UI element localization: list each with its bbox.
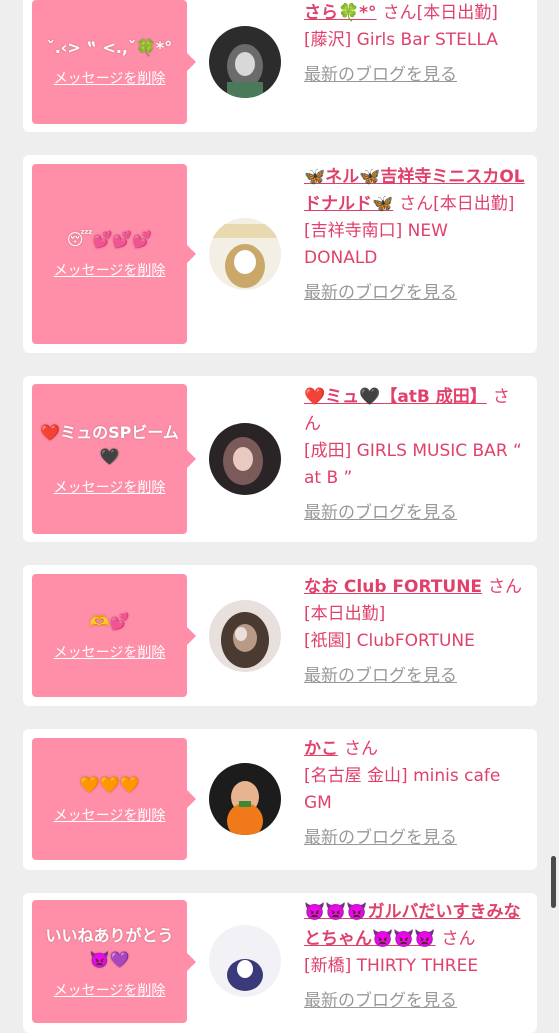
message-bubble: ❤️ミュのSPビーム🖤 メッセージを削除 (32, 384, 196, 534)
status-text: [本日出勤] (304, 604, 386, 624)
sender-name-link[interactable]: なお Club FORTUNE (304, 577, 482, 597)
delete-message-link[interactable]: メッセージを削除 (54, 68, 166, 88)
shop-text: [名古屋 金山] minis cafe GM (304, 766, 501, 813)
status-text: [本日出勤] (416, 3, 498, 23)
sender-info: 👿👿👿ガルバだいすきみなとちゃん👿👿👿 さん [新橋] THIRTY THREE … (304, 899, 526, 1015)
sender-name-link[interactable]: 👿👿👿ガルバだいすきみなとちゃん👿👿👿 (304, 902, 521, 949)
sender-name-link[interactable]: さら🍀*° (304, 3, 377, 23)
latest-blog-link[interactable]: 最新のブログを見る (304, 280, 526, 307)
message-card: いいねありがとう👿💜 メッセージを削除 👿👿👿ガルバだいすきみなとちゃん👿👿👿 さ… (23, 893, 537, 1033)
message-card: 🧡🧡🧡 メッセージを削除 かこ さん [名古屋 金山] minis cafe GM… (23, 729, 537, 870)
message-bubble: 🫶💕 メッセージを削除 (32, 574, 196, 697)
shop-text: [藤沢] Girls Bar STELLA (304, 30, 498, 50)
sender-info: なお Club FORTUNE さん [本日出勤] [祇園] ClubFORTUNE… (304, 574, 526, 690)
scrollbar-thumb[interactable] (551, 856, 556, 908)
girl-photo-icon (209, 26, 281, 98)
honorific: さん (344, 739, 378, 759)
sender-info: ❤️ミュ🖤【atB 成田】 さん [成田] GIRLS MUSIC BAR “ a… (304, 384, 526, 527)
avatar[interactable] (209, 600, 281, 672)
message-bubble: 😴💕💕💕 メッセージを削除 (32, 164, 196, 344)
message-text: ˇ.‹> ‟ <.,ˇ🍀*° (46, 38, 173, 57)
message-text: 😴💕💕💕 (66, 230, 153, 249)
delete-message-link[interactable]: メッセージを削除 (54, 260, 166, 280)
latest-blog-link[interactable]: 最新のブログを見る (304, 62, 526, 89)
message-text: ❤️ミュのSPビーム🖤 (40, 423, 179, 466)
honorific: さん (488, 577, 523, 597)
message-card: ❤️ミュのSPビーム🖤 メッセージを削除 ❤️ミュ🖤【atB 成田】 さん [成田… (23, 376, 537, 542)
message-feed: ˇ.‹> ‟ <.,ˇ🍀*° メッセージを削除 さら🍀*° さん[本日出勤] [藤… (0, 0, 559, 1033)
avatar[interactable] (209, 925, 281, 997)
message-card: ˇ.‹> ‟ <.,ˇ🍀*° メッセージを削除 さら🍀*° さん[本日出勤] [藤… (23, 0, 537, 132)
message-bubble: いいねありがとう👿💜 メッセージを削除 (32, 900, 196, 1023)
delete-message-link[interactable]: メッセージを削除 (54, 980, 166, 1000)
shop-text: [新橋] THIRTY THREE (304, 956, 479, 976)
latest-blog-link[interactable]: 最新のブログを見る (304, 988, 526, 1015)
latest-blog-link[interactable]: 最新のブログを見る (304, 825, 526, 852)
sender-name-link[interactable]: かこ (304, 739, 338, 759)
sender-info: さら🍀*° さん[本日出勤] [藤沢] Girls Bar STELLA 最新のブ… (304, 0, 526, 89)
girl-photo-icon (209, 763, 281, 835)
latest-blog-link[interactable]: 最新のブログを見る (304, 500, 526, 527)
girl-photo-icon (209, 218, 281, 290)
message-card: 🫶💕 メッセージを削除 なお Club FORTUNE さん [本日出勤] [祇園]… (23, 565, 537, 706)
honorific: さん (441, 929, 476, 949)
avatar[interactable] (209, 423, 281, 495)
avatar[interactable] (209, 763, 281, 835)
message-text: 🧡🧡🧡 (79, 775, 140, 794)
message-card: 😴💕💕💕 メッセージを削除 🦋ネル🦋吉祥寺ミニスカOLドナルド🦋 さん[本日出勤]… (23, 155, 537, 353)
honorific: さん (382, 3, 417, 23)
shop-text: [祇園] ClubFORTUNE (304, 631, 475, 651)
status-text: [本日出勤] (433, 194, 515, 214)
girl-photo-icon (209, 925, 281, 997)
sender-info: 🦋ネル🦋吉祥寺ミニスカOLドナルド🦋 さん[本日出勤] [吉祥寺南口] NEW D… (304, 164, 526, 307)
shop-text: [吉祥寺南口] NEW DONALD (304, 221, 448, 268)
delete-message-link[interactable]: メッセージを削除 (54, 805, 166, 825)
sender-name-link[interactable]: ❤️ミュ🖤【atB 成田】 (304, 387, 487, 407)
delete-message-link[interactable]: メッセージを削除 (54, 642, 166, 662)
girl-photo-icon (209, 600, 281, 672)
avatar[interactable] (209, 218, 281, 290)
honorific: さん (399, 194, 434, 214)
girl-photo-icon (209, 423, 281, 495)
shop-text: [成田] GIRLS MUSIC BAR “ at B ” (304, 441, 522, 488)
message-bubble: 🧡🧡🧡 メッセージを削除 (32, 738, 196, 860)
message-text: いいねありがとう👿💜 (45, 925, 174, 969)
message-bubble: ˇ.‹> ‟ <.,ˇ🍀*° メッセージを削除 (32, 0, 196, 124)
delete-message-link[interactable]: メッセージを削除 (54, 477, 166, 497)
sender-info: かこ さん [名古屋 金山] minis cafe GM 最新のブログを見る (304, 736, 526, 852)
latest-blog-link[interactable]: 最新のブログを見る (304, 663, 526, 690)
avatar[interactable] (209, 26, 281, 98)
message-text: 🫶💕 (89, 611, 130, 631)
